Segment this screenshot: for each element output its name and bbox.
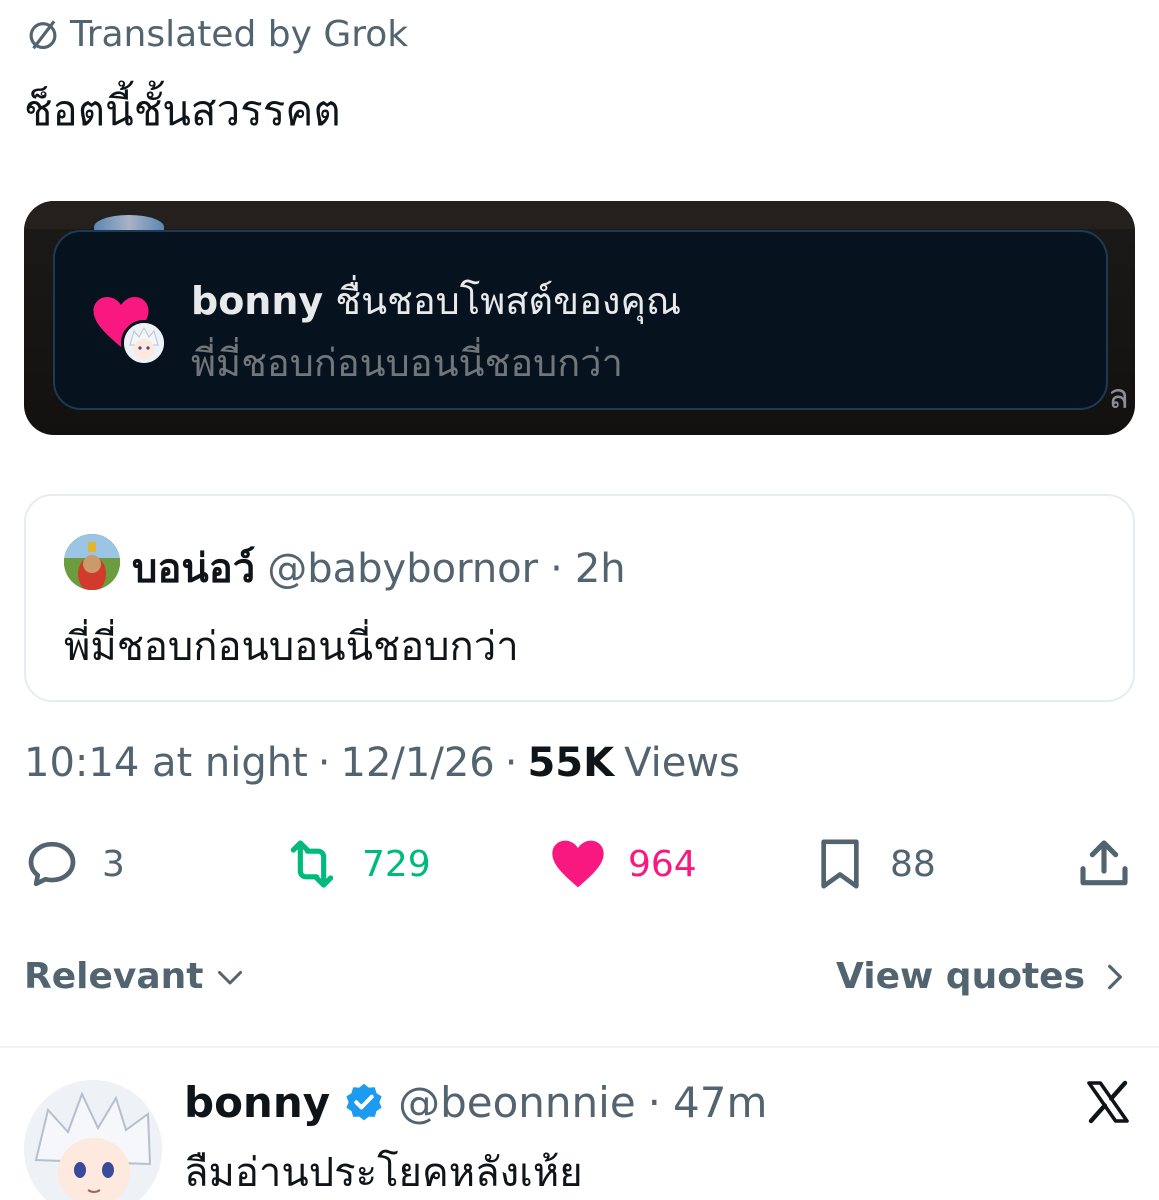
meta-separator: ·	[317, 740, 331, 786]
media-background-strip	[24, 201, 1135, 229]
reply-display-name[interactable]: bonny	[184, 1078, 330, 1127]
chevron-down-icon	[217, 970, 242, 984]
like-count: 964	[628, 843, 697, 885]
tweet-date[interactable]: 12/1/26	[341, 740, 495, 786]
tweet-action-bar: 3 729 964 88	[0, 832, 1159, 902]
quoted-time[interactable]: 2h	[575, 546, 626, 592]
repost-count: 729	[362, 843, 431, 885]
sort-label: Relevant	[24, 956, 204, 997]
tweet-media-image[interactable]: ล bonny ชื่นชอบโพสต์ของคุณ พี่มี่ชอบก่อน…	[24, 201, 1135, 435]
reply-handle[interactable]: @beonnnie	[398, 1078, 636, 1127]
tweet-text: ช็อตนี้ชั้นสวรรคต	[24, 86, 341, 135]
view-quotes-link[interactable]: View quotes	[836, 956, 1131, 997]
reply-button[interactable]: 3	[24, 832, 125, 896]
translated-by-label[interactable]: Translated by Grok	[24, 13, 409, 55]
views-count: 55K	[527, 740, 615, 786]
heart-filled-icon	[552, 840, 604, 888]
bookmark-icon	[821, 839, 859, 889]
tweet-timestamp[interactable]: 10:14 at night	[24, 740, 308, 786]
bookmark-button[interactable]: 88	[812, 832, 936, 896]
quoted-separator: ·	[550, 546, 563, 592]
share-icon	[1080, 840, 1128, 886]
views-label: Views	[624, 740, 740, 786]
quoted-avatar[interactable]	[64, 534, 120, 590]
notification-title: bonny ชื่นชอบโพสต์ของคุณ	[191, 270, 681, 331]
tweet-meta: 10:14 at night · 12/1/26 · 55K Views	[24, 740, 740, 786]
reply-count: 3	[102, 843, 125, 885]
reply-icon	[28, 841, 76, 887]
view-quotes-label: View quotes	[836, 956, 1085, 997]
meta-separator: ·	[504, 740, 518, 786]
share-button[interactable]	[1076, 832, 1132, 896]
verified-badge-icon	[346, 1083, 382, 1120]
notification-name: bonny	[191, 279, 324, 323]
repost-button[interactable]: 729	[284, 832, 431, 896]
x-logo-icon[interactable]	[1084, 1078, 1132, 1126]
translated-by-text: Translated by Grok	[70, 13, 409, 55]
quoted-handle[interactable]: @babybornor	[267, 546, 538, 592]
quoted-tweet-card[interactable]: บอน่อว์ @babybornor · 2h พี่มี่ชอบก่อนบอ…	[24, 494, 1135, 702]
chevron-right-icon	[1108, 964, 1122, 989]
quoted-display-name[interactable]: บอน่อว์	[132, 536, 255, 600]
replies-sort-dropdown[interactable]: Relevant	[24, 956, 248, 997]
quoted-header: บอน่อว์ @babybornor · 2h	[132, 536, 626, 600]
notification-action: ชื่นชอบโพสต์ของคุณ	[335, 279, 682, 323]
like-notification-card: bonny ชื่นชอบโพสต์ของคุณ พี่มี่ชอบก่อนบอ…	[53, 230, 1108, 410]
repost-icon	[290, 840, 334, 888]
reply-time[interactable]: 47m	[673, 1078, 767, 1127]
divider	[0, 1046, 1159, 1048]
notification-avatar	[121, 320, 167, 366]
reply-header: bonny @beonnnie · 47m	[184, 1078, 767, 1127]
translate-slash-icon	[29, 20, 57, 50]
reply-separator: ·	[647, 1078, 662, 1127]
quoted-text: พี่มี่ชอบก่อนบอนนี่ชอบกว่า	[64, 624, 519, 670]
like-button[interactable]: 964	[550, 832, 697, 896]
bookmark-count: 88	[890, 843, 936, 885]
reply-avatar[interactable]	[24, 1080, 162, 1200]
reply-text: ลืมอ่านประโยคหลังเห้ย	[184, 1150, 583, 1196]
notification-text: พี่มี่ชอบก่อนบอนนี่ชอบกว่า	[191, 341, 623, 385]
media-edge-glyph: ล	[1108, 377, 1129, 417]
